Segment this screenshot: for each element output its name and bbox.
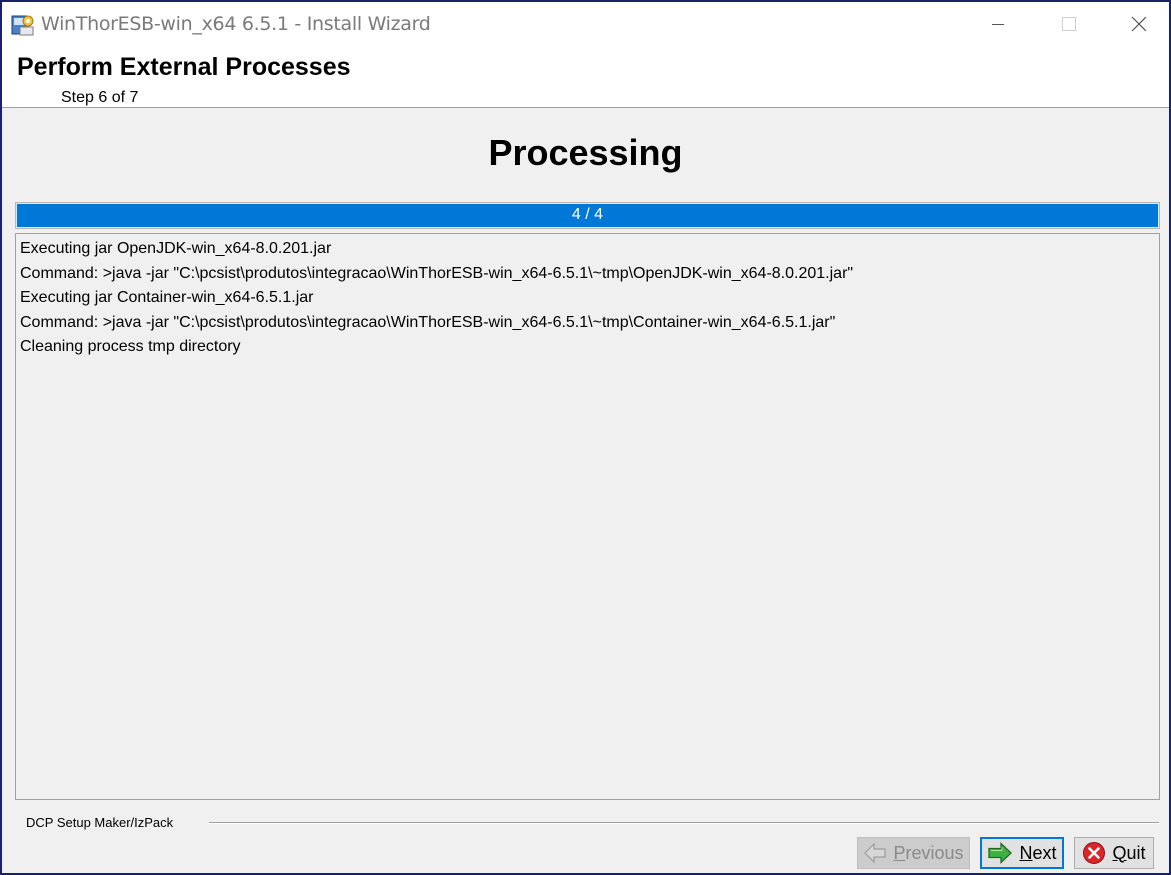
quit-mnemonic: Q xyxy=(1112,842,1127,863)
window-title: WinThorESB-win_x64 6.5.1 - Install Wizar… xyxy=(41,13,431,35)
log-line: Executing jar Container-win_x64-6.5.1.ja… xyxy=(20,289,314,306)
quit-button[interactable]: Quit xyxy=(1074,837,1154,869)
page-title: Perform External Processes xyxy=(17,53,351,81)
arrow-left-icon xyxy=(864,842,887,864)
log-line: Command: >java -jar "C:\pcsist\produtos\… xyxy=(20,313,836,331)
next-label: ext xyxy=(1032,842,1057,863)
previous-mnemonic: P xyxy=(893,842,906,863)
minimize-icon xyxy=(992,24,1004,25)
stop-icon xyxy=(1083,842,1106,864)
quit-label: uit xyxy=(1126,842,1146,863)
next-button[interactable]: Next xyxy=(980,837,1064,869)
maximize-button[interactable] xyxy=(1039,2,1099,46)
processing-heading: Processing xyxy=(488,132,683,173)
install-wizard-window: WinThorESB-win_x64 6.5.1 - Install Wizar… xyxy=(0,0,1171,875)
progress-label: 4 / 4 xyxy=(571,206,604,223)
step-indicator: Step 6 of 7 xyxy=(61,89,139,106)
wizard-header: Perform External Processes Step 6 of 7 xyxy=(2,46,1169,108)
footer-brand: DCP Setup Maker/IzPack xyxy=(26,815,174,830)
log-line: Cleaning process tmp directory xyxy=(20,338,241,355)
minimize-button[interactable] xyxy=(968,2,1028,46)
next-mnemonic: N xyxy=(1019,842,1033,863)
previous-button[interactable]: Previous xyxy=(857,837,970,869)
arrow-right-icon xyxy=(988,842,1013,864)
close-icon xyxy=(1131,16,1147,32)
log-line: Command: >java -jar "C:\pcsist\produtos\… xyxy=(20,264,854,282)
title-bar[interactable]: WinThorESB-win_x64 6.5.1 - Install Wizar… xyxy=(2,2,1169,46)
installer-icon xyxy=(11,13,35,37)
process-log[interactable]: Executing jar OpenJDK-win_x64-8.0.201.ja… xyxy=(15,233,1160,800)
close-button[interactable] xyxy=(1109,2,1169,46)
maximize-icon xyxy=(1062,17,1076,31)
log-line: Executing jar OpenJDK-win_x64-8.0.201.ja… xyxy=(20,240,332,257)
previous-label: revious xyxy=(905,842,964,863)
progress-bar: 4 / 4 xyxy=(15,202,1160,229)
footer-divider xyxy=(209,822,1159,824)
